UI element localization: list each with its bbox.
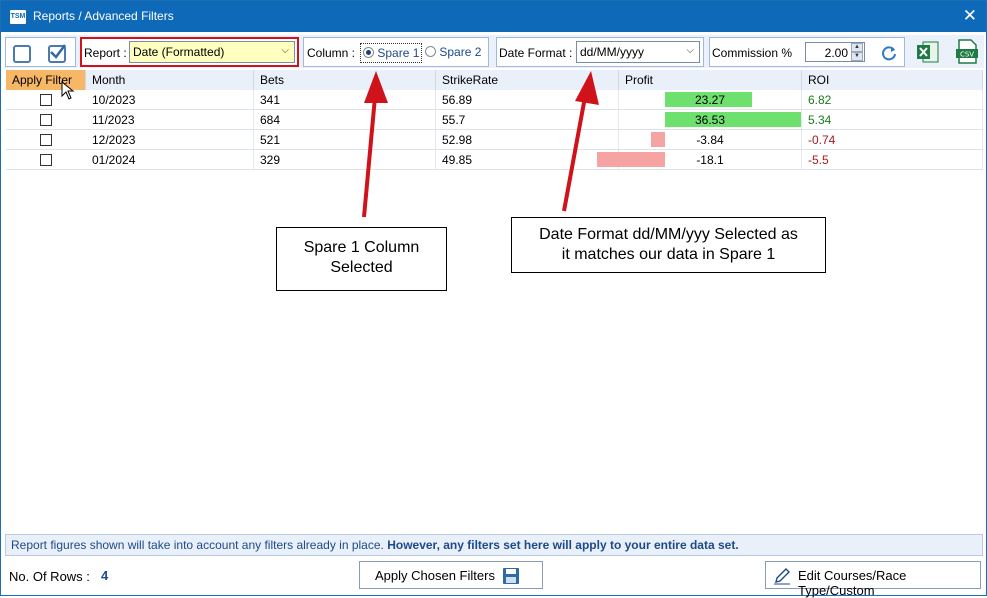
callout-date-format-line-2: it matches our data in Spare 1: [561, 246, 776, 263]
callout-date-format-line-1: Date Format dd/MM/yyy Selected as: [539, 226, 798, 243]
edit-courses-button[interactable]: Edit Courses/Race Type/Custom: [765, 561, 981, 598]
apply-chosen-filters-button[interactable]: Apply Chosen Filters: [359, 561, 543, 589]
annotation-arrows: [362, 71, 599, 218]
pencil-icon: [774, 568, 790, 585]
callout-date-format: Date Format dd/MM/yyy Selected as it mat…: [511, 217, 826, 273]
arrow-to-date-format: [562, 96, 587, 212]
arrow-head-spare-1: [364, 71, 388, 103]
edit-button-label: Edit Courses/Race Type/Custom: [798, 568, 907, 598]
arrow-to-spare-1: [362, 96, 377, 218]
advanced-filters-window: TSM Reports / Advanced Filters ✕ Report …: [0, 0, 987, 598]
save-icon: [503, 568, 519, 584]
callout-spare-1-line-1: Spare 1 Column: [303, 239, 420, 256]
callout-spare-1-line-2: Selected: [330, 259, 393, 276]
footer-info-note: Report figures shown will take into acco…: [5, 534, 983, 556]
callout-spare-1: Spare 1 Column Selected: [276, 227, 447, 291]
row-count-value: 4: [101, 568, 109, 583]
arrow-head-date-format: [575, 71, 599, 105]
footer-note-text: Report figures shown will take into acco…: [11, 538, 384, 552]
row-count-label: No. Of Rows :: [9, 569, 90, 584]
footer-note-bold-text: However, any filters set here will apply…: [387, 538, 739, 552]
apply-button-label: Apply Chosen Filters: [375, 568, 495, 583]
